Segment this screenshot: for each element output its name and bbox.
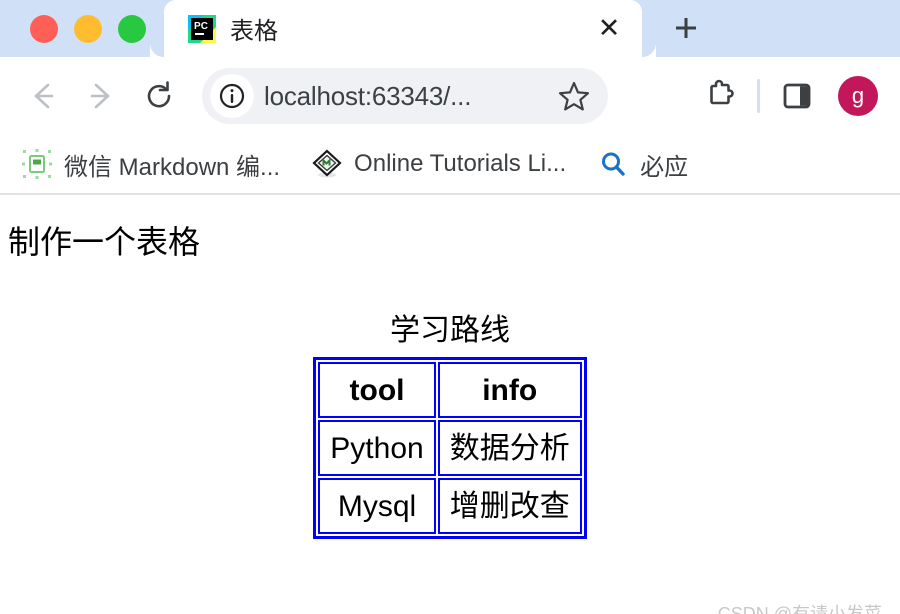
page-content: 制作一个表格 学习路线 tool info Python 数据分析 Mysql …	[0, 217, 900, 614]
info-circle-icon[interactable]	[210, 74, 254, 118]
bookmarks-bar: 微信 Markdown 编... Online Tutorials Li... …	[0, 135, 900, 195]
bookmark-item-wechat-markdown[interactable]: 微信 Markdown 编...	[12, 143, 290, 186]
window-close-button[interactable]	[30, 14, 58, 43]
new-tab-button[interactable]	[660, 2, 712, 54]
bookmark-label: 必应	[640, 153, 689, 181]
diamond-icon	[312, 149, 342, 179]
window-maximize-button[interactable]	[118, 14, 146, 43]
tab-title: 表格	[230, 18, 278, 45]
back-button[interactable]	[16, 69, 70, 123]
window-minimize-button[interactable]	[74, 14, 102, 43]
close-icon[interactable]: ✕	[594, 14, 624, 44]
puzzle-icon[interactable]	[693, 69, 747, 123]
address-bar[interactable]: localhost:63343/...	[202, 68, 608, 124]
table-cell: 增删改查	[437, 478, 582, 534]
table-cell: 数据分析	[437, 420, 582, 476]
star-icon[interactable]	[554, 76, 594, 116]
markdown-doc-icon	[22, 149, 52, 179]
table-header-cell: info	[437, 362, 582, 418]
pycharm-icon: PC	[188, 14, 216, 43]
learning-path-table: 学习路线 tool info Python 数据分析 Mysql 增删改查	[313, 305, 587, 539]
profile-avatar[interactable]: g	[838, 76, 878, 116]
table-row: Mysql 增删改查	[318, 478, 582, 534]
table-container: 学习路线 tool info Python 数据分析 Mysql 增删改查	[0, 305, 900, 539]
forward-button[interactable]	[74, 69, 128, 123]
side-panel-icon[interactable]	[770, 69, 824, 123]
table-body: Python 数据分析 Mysql 增删改查	[318, 420, 582, 534]
table-cell: Python	[318, 420, 436, 476]
svg-text:PC: PC	[194, 21, 208, 32]
table-caption: 学习路线	[390, 314, 510, 347]
reload-button[interactable]	[132, 69, 186, 123]
watermark: CSDN @有请小发菜	[717, 604, 882, 614]
bookmark-item-online-tutorials[interactable]: Online Tutorials Li...	[302, 145, 576, 183]
bookmark-label: 微信 Markdown 编...	[64, 153, 281, 181]
tab-strip: PC 表格 ✕	[0, 0, 900, 57]
table-row: Python 数据分析	[318, 420, 582, 476]
table-cell: Mysql	[318, 478, 436, 534]
bookmark-label: Online Tutorials Li...	[354, 150, 567, 177]
browser-toolbar: localhost:63343/... g	[0, 57, 900, 135]
url-text[interactable]: localhost:63343/...	[264, 81, 544, 112]
toolbar-divider	[757, 79, 760, 113]
toolbar-actions: g	[693, 69, 884, 123]
browser-tab-active[interactable]: PC 表格 ✕	[164, 0, 656, 57]
search-icon	[598, 149, 628, 179]
bookmark-item-bing[interactable]: 必应	[588, 143, 698, 186]
table-header-row: tool info	[318, 362, 582, 418]
table-head: tool info	[318, 362, 582, 418]
page-title: 制作一个表格	[8, 224, 201, 260]
window-controls	[0, 0, 164, 57]
table-header-cell: tool	[318, 362, 436, 418]
